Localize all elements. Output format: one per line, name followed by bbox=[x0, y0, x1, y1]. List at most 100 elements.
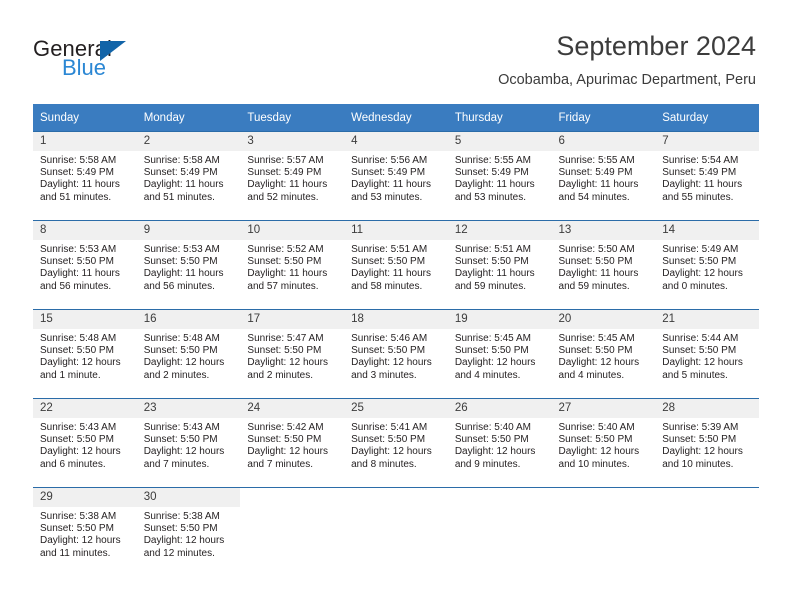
calendar-day-cell[interactable]: 24 Sunrise: 5:42 AM Sunset: 5:50 PM Dayligh… bbox=[240, 398, 345, 488]
daylight-text: Daylight: 12 hours and 8 minutes. bbox=[351, 446, 432, 470]
calendar-day-cell[interactable]: 2 Sunrise: 5:58 AM Sunset: 5:49 PM Daylight… bbox=[136, 131, 241, 221]
calendar-day-cell[interactable]: 18 Sunrise: 5:46 AM Sunset: 5:50 PM Dayligh… bbox=[344, 309, 448, 399]
daylight-text: Daylight: 12 hours and 4 minutes. bbox=[454, 357, 536, 381]
sunrise-text: Sunrise: 5:57 AM bbox=[247, 155, 324, 166]
sunrise-text: Sunrise: 5:58 AM bbox=[40, 155, 117, 166]
calendar-day-cell[interactable]: 8 Sunrise: 5:53 AM Sunset: 5:50 PM Daylight… bbox=[33, 220, 137, 310]
day-number: 20 bbox=[551, 310, 656, 329]
calendar-day-cell[interactable]: 5 Sunrise: 5:55 AM Sunset: 5:49 PM Daylight… bbox=[447, 131, 552, 221]
daylight-text: Daylight: 11 hours and 53 minutes. bbox=[351, 179, 431, 203]
day-cell-content bbox=[240, 488, 345, 576]
calendar-day-cell[interactable] bbox=[655, 487, 759, 576]
calendar-week-row: 22 Sunrise: 5:43 AM Sunset: 5:50 PM Dayligh… bbox=[33, 398, 759, 488]
daylight-text: Daylight: 11 hours and 56 minutes. bbox=[143, 268, 224, 292]
sunset-text: Sunset: 5:50 PM bbox=[247, 256, 322, 268]
day-number: 13 bbox=[551, 221, 656, 240]
calendar-day-cell[interactable]: 29 Sunrise: 5:38 AM Sunset: 5:50 PM Dayligh… bbox=[33, 487, 137, 576]
day-number: 3 bbox=[240, 132, 345, 151]
sunrise-text: Sunrise: 5:45 AM bbox=[454, 333, 531, 344]
sunrise-text: Sunrise: 5:47 AM bbox=[247, 333, 324, 344]
calendar-day-cell[interactable]: 27 Sunrise: 5:40 AM Sunset: 5:50 PM Dayligh… bbox=[551, 398, 656, 488]
day-number bbox=[655, 488, 759, 507]
sunset-text: Sunset: 5:50 PM bbox=[662, 345, 737, 357]
sunrise-text: Sunrise: 5:50 AM bbox=[558, 244, 635, 255]
day-details: Sunrise: 5:45 AM Sunset: 5:50 PM Daylight:… bbox=[448, 329, 552, 382]
day-details: Sunrise: 5:53 AM Sunset: 5:50 PM Daylight:… bbox=[137, 240, 241, 293]
calendar-day-cell[interactable]: 3 Sunrise: 5:57 AM Sunset: 5:49 PM Daylight… bbox=[240, 131, 345, 221]
calendar-day-cell[interactable]: 14 Sunrise: 5:49 AM Sunset: 5:50 PM Dayligh… bbox=[655, 220, 759, 310]
calendar-day-cell[interactable]: 4 Sunrise: 5:56 AM Sunset: 5:49 PM Daylight… bbox=[344, 131, 448, 221]
day-details: Sunrise: 5:42 AM Sunset: 5:50 PM Daylight:… bbox=[240, 418, 344, 471]
calendar-day-cell[interactable]: 21 Sunrise: 5:44 AM Sunset: 5:50 PM Dayligh… bbox=[655, 309, 759, 399]
calendar-body: 1 Sunrise: 5:58 AM Sunset: 5:49 PM Daylight… bbox=[33, 131, 759, 576]
calendar-day-cell[interactable] bbox=[344, 487, 448, 576]
sunset-text: Sunset: 5:49 PM bbox=[454, 167, 529, 179]
calendar-day-cell[interactable]: 7 Sunrise: 5:54 AM Sunset: 5:49 PM Daylight… bbox=[655, 131, 759, 221]
calendar-day-cell[interactable]: 13 Sunrise: 5:50 AM Sunset: 5:50 PM Dayligh… bbox=[551, 220, 656, 310]
calendar-day-cell[interactable]: 30 Sunrise: 5:38 AM Sunset: 5:50 PM Dayligh… bbox=[136, 487, 241, 576]
day-details: Sunrise: 5:48 AM Sunset: 5:50 PM Daylight:… bbox=[33, 329, 137, 382]
sunset-text: Sunset: 5:49 PM bbox=[558, 167, 633, 179]
day-details: Sunrise: 5:39 AM Sunset: 5:50 PM Daylight:… bbox=[655, 418, 759, 471]
day-number: 6 bbox=[551, 132, 656, 151]
calendar-day-cell[interactable] bbox=[551, 487, 656, 576]
day-cell-content: 28 Sunrise: 5:39 AM Sunset: 5:50 PM Dayligh… bbox=[655, 399, 759, 487]
calendar-day-cell[interactable]: 23 Sunrise: 5:43 AM Sunset: 5:50 PM Dayligh… bbox=[136, 398, 241, 488]
calendar-day-cell[interactable]: 20 Sunrise: 5:45 AM Sunset: 5:50 PM Dayligh… bbox=[551, 309, 656, 399]
calendar-day-cell[interactable]: 1 Sunrise: 5:58 AM Sunset: 5:49 PM Daylight… bbox=[33, 131, 137, 221]
daylight-text: Daylight: 12 hours and 3 minutes. bbox=[351, 357, 432, 381]
sunrise-text: Sunrise: 5:56 AM bbox=[351, 155, 428, 166]
calendar-day-cell[interactable]: 15 Sunrise: 5:48 AM Sunset: 5:50 PM Dayligh… bbox=[33, 309, 137, 399]
day-number: 16 bbox=[136, 310, 241, 329]
calendar-day-cell[interactable]: 22 Sunrise: 5:43 AM Sunset: 5:50 PM Dayligh… bbox=[33, 398, 137, 488]
calendar-day-cell[interactable]: 9 Sunrise: 5:53 AM Sunset: 5:50 PM Daylight… bbox=[136, 220, 241, 310]
calendar-day-cell[interactable]: 25 Sunrise: 5:41 AM Sunset: 5:50 PM Dayligh… bbox=[344, 398, 448, 488]
day-cell-content: 24 Sunrise: 5:42 AM Sunset: 5:50 PM Dayligh… bbox=[240, 399, 345, 487]
day-details: Sunrise: 5:51 AM Sunset: 5:50 PM Daylight:… bbox=[344, 240, 448, 293]
day-number: 27 bbox=[551, 399, 656, 418]
sunset-text: Sunset: 5:50 PM bbox=[351, 434, 426, 446]
daylight-text: Daylight: 11 hours and 59 minutes. bbox=[558, 268, 639, 292]
sunrise-text: Sunrise: 5:48 AM bbox=[143, 333, 220, 344]
calendar-day-cell[interactable]: 26 Sunrise: 5:40 AM Sunset: 5:50 PM Dayligh… bbox=[447, 398, 552, 488]
sunrise-text: Sunrise: 5:38 AM bbox=[40, 511, 117, 522]
calendar-day-cell[interactable]: 16 Sunrise: 5:48 AM Sunset: 5:50 PM Dayligh… bbox=[136, 309, 241, 399]
daylight-text: Daylight: 11 hours and 56 minutes. bbox=[40, 268, 120, 292]
calendar-day-cell[interactable]: 28 Sunrise: 5:39 AM Sunset: 5:50 PM Dayligh… bbox=[655, 398, 759, 488]
sunset-text: Sunset: 5:50 PM bbox=[351, 256, 426, 268]
daylight-text: Daylight: 11 hours and 51 minutes. bbox=[40, 179, 120, 203]
day-number: 11 bbox=[344, 221, 448, 240]
sunset-text: Sunset: 5:50 PM bbox=[247, 434, 322, 446]
day-details: Sunrise: 5:58 AM Sunset: 5:49 PM Daylight:… bbox=[33, 151, 137, 204]
daylight-text: Daylight: 12 hours and 10 minutes. bbox=[558, 446, 640, 470]
calendar-day-cell[interactable]: 12 Sunrise: 5:51 AM Sunset: 5:50 PM Dayligh… bbox=[447, 220, 552, 310]
day-details: Sunrise: 5:41 AM Sunset: 5:50 PM Daylight:… bbox=[344, 418, 448, 471]
calendar-day-cell[interactable] bbox=[447, 487, 552, 576]
day-cell-content: 22 Sunrise: 5:43 AM Sunset: 5:50 PM Dayligh… bbox=[33, 399, 137, 487]
day-number: 5 bbox=[447, 132, 552, 151]
day-cell-content: 2 Sunrise: 5:58 AM Sunset: 5:49 PM Daylight… bbox=[136, 132, 241, 220]
day-cell-content: 10 Sunrise: 5:52 AM Sunset: 5:50 PM Dayligh… bbox=[240, 221, 345, 309]
daylight-text: Daylight: 12 hours and 9 minutes. bbox=[454, 446, 536, 470]
calendar-day-cell[interactable]: 10 Sunrise: 5:52 AM Sunset: 5:50 PM Dayligh… bbox=[240, 220, 345, 310]
calendar-day-cell[interactable]: 19 Sunrise: 5:45 AM Sunset: 5:50 PM Dayligh… bbox=[447, 309, 552, 399]
daylight-text: Daylight: 12 hours and 7 minutes. bbox=[143, 446, 225, 470]
day-number: 30 bbox=[136, 488, 241, 507]
calendar-day-cell[interactable]: 11 Sunrise: 5:51 AM Sunset: 5:50 PM Dayligh… bbox=[344, 220, 448, 310]
sunrise-text: Sunrise: 5:42 AM bbox=[247, 422, 324, 433]
title-block: September 2024 Ocobamba, Apurimac Depart… bbox=[498, 30, 756, 89]
daylight-text: Daylight: 12 hours and 1 minute. bbox=[40, 357, 121, 381]
sunset-text: Sunset: 5:50 PM bbox=[558, 256, 633, 268]
calendar-day-cell[interactable] bbox=[240, 487, 345, 576]
sunset-text: Sunset: 5:49 PM bbox=[247, 167, 322, 179]
day-details: Sunrise: 5:47 AM Sunset: 5:50 PM Daylight:… bbox=[240, 329, 344, 382]
sunrise-text: Sunrise: 5:49 AM bbox=[662, 244, 739, 255]
day-number bbox=[240, 488, 345, 507]
calendar-day-cell[interactable]: 6 Sunrise: 5:55 AM Sunset: 5:49 PM Daylight… bbox=[551, 131, 656, 221]
daylight-text: Daylight: 12 hours and 7 minutes. bbox=[247, 446, 329, 470]
day-number bbox=[447, 488, 552, 507]
day-cell-content: 5 Sunrise: 5:55 AM Sunset: 5:49 PM Daylight… bbox=[447, 132, 552, 220]
calendar-day-cell[interactable]: 17 Sunrise: 5:47 AM Sunset: 5:50 PM Dayligh… bbox=[240, 309, 345, 399]
general-blue-logo[interactable]: General Blue bbox=[33, 37, 213, 83]
weekday-header-thursday: Thursday bbox=[447, 104, 552, 132]
